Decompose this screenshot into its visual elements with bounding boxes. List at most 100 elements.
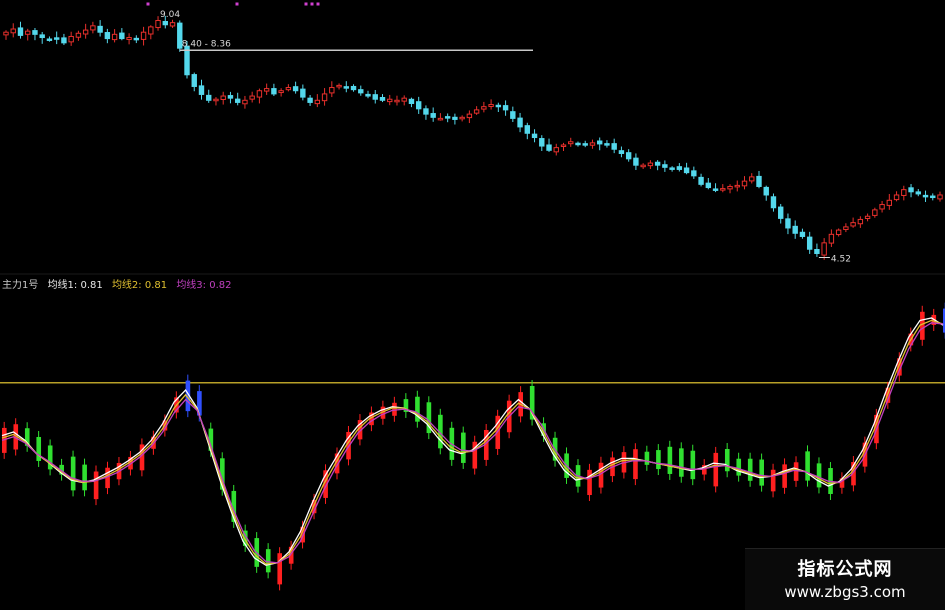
candle-body <box>502 105 509 111</box>
candle-body <box>872 209 878 216</box>
candle-body <box>148 26 154 35</box>
candle-body <box>162 20 168 26</box>
candle-body <box>531 133 538 139</box>
candle-body <box>271 88 277 95</box>
candle-body <box>111 33 118 41</box>
histogram-bar <box>265 549 271 573</box>
histogram-bar <box>679 448 684 477</box>
candle-body <box>756 175 762 187</box>
candle-body <box>126 37 132 40</box>
candle-body <box>444 116 451 119</box>
candle-body <box>915 191 921 195</box>
candle-body <box>307 97 313 103</box>
candle-body <box>720 188 726 191</box>
histogram-bar <box>36 436 42 461</box>
candle-body <box>633 157 639 166</box>
candle-body <box>524 125 531 134</box>
candle-body <box>857 218 864 225</box>
candle-body <box>604 143 610 146</box>
candle-body <box>835 229 842 236</box>
candle-body <box>155 20 161 29</box>
histogram-bar <box>644 451 650 465</box>
candle-body <box>908 187 914 193</box>
candle-body <box>618 150 625 154</box>
candle-body <box>937 194 943 200</box>
candle-body <box>61 37 67 44</box>
candle-body <box>676 166 683 170</box>
indicator-legend: 主力1号 均线1: 0.81 均线2: 0.81 均线3: 0.82 <box>2 276 238 291</box>
candle-body <box>828 233 835 244</box>
candle-body <box>372 94 378 100</box>
candle-body <box>82 29 89 35</box>
candle-body <box>379 97 386 101</box>
candle-body <box>452 116 458 120</box>
candle-body <box>104 32 111 40</box>
candle-body <box>430 113 436 118</box>
histogram-bar <box>747 458 753 481</box>
candle-body <box>879 204 885 210</box>
candle-body <box>922 194 929 198</box>
candle-body <box>459 116 465 120</box>
candle-body <box>575 142 581 146</box>
top-marker <box>235 2 239 6</box>
candle-body <box>886 199 893 206</box>
candle-body <box>220 95 226 100</box>
histogram-bar <box>770 469 776 492</box>
candle-body <box>640 164 646 168</box>
histogram-bar <box>816 463 822 488</box>
candle-body <box>358 89 364 94</box>
candle-body <box>734 184 740 188</box>
candle-body <box>770 196 777 209</box>
candle-body <box>68 35 74 43</box>
candle-body <box>749 176 755 182</box>
candle-body <box>473 109 480 114</box>
candle-body <box>799 231 806 237</box>
histogram-bar <box>667 446 673 474</box>
candle-body <box>198 85 205 95</box>
candle-body <box>488 104 494 107</box>
candle-body <box>39 34 45 39</box>
candle-body <box>821 242 827 256</box>
candle-body <box>785 218 791 229</box>
candle-body <box>300 88 306 98</box>
price-panel: 9.04 8.40 - 8.36 4.52 <box>3 2 943 264</box>
candle-body <box>133 37 140 41</box>
candle-body <box>314 99 321 105</box>
candle-body <box>437 117 444 121</box>
candle-body <box>17 27 24 36</box>
candle-body <box>292 86 299 92</box>
high-price-label: 9.04 <box>160 10 180 20</box>
candle-body <box>553 147 559 153</box>
candle-body <box>387 98 393 103</box>
candle-body <box>662 164 668 168</box>
candle-body <box>32 30 38 35</box>
candle-body <box>778 206 784 219</box>
candle-body <box>546 144 552 151</box>
candle-body <box>850 222 856 227</box>
candle-body <box>169 22 176 27</box>
ma-line-1 <box>1 317 944 566</box>
histogram-bar <box>93 471 99 500</box>
ma2-label: 均线2: 0.81 <box>111 280 168 291</box>
candle-body <box>285 87 292 91</box>
histogram-bar <box>656 450 661 470</box>
histogram-bar <box>805 451 810 481</box>
candle-body <box>242 99 248 105</box>
watermark-banner: 指标公式网 www.zbgs3.com <box>745 548 945 610</box>
watermark-title: 指标公式网 <box>797 559 893 580</box>
candle-body <box>191 74 197 87</box>
candle-body <box>893 194 900 201</box>
candle-body <box>495 104 502 108</box>
candle-body <box>25 30 31 35</box>
candle-body <box>647 162 654 167</box>
candle-body <box>401 97 407 102</box>
top-marker <box>310 2 314 6</box>
candle-body <box>727 185 733 190</box>
histogram-bar <box>633 449 638 480</box>
candle-body <box>814 248 820 254</box>
histogram-bar <box>461 432 466 463</box>
candle-body <box>683 167 690 174</box>
candle-body <box>712 188 719 191</box>
candle-body <box>423 108 429 115</box>
histogram-bar <box>724 449 730 472</box>
